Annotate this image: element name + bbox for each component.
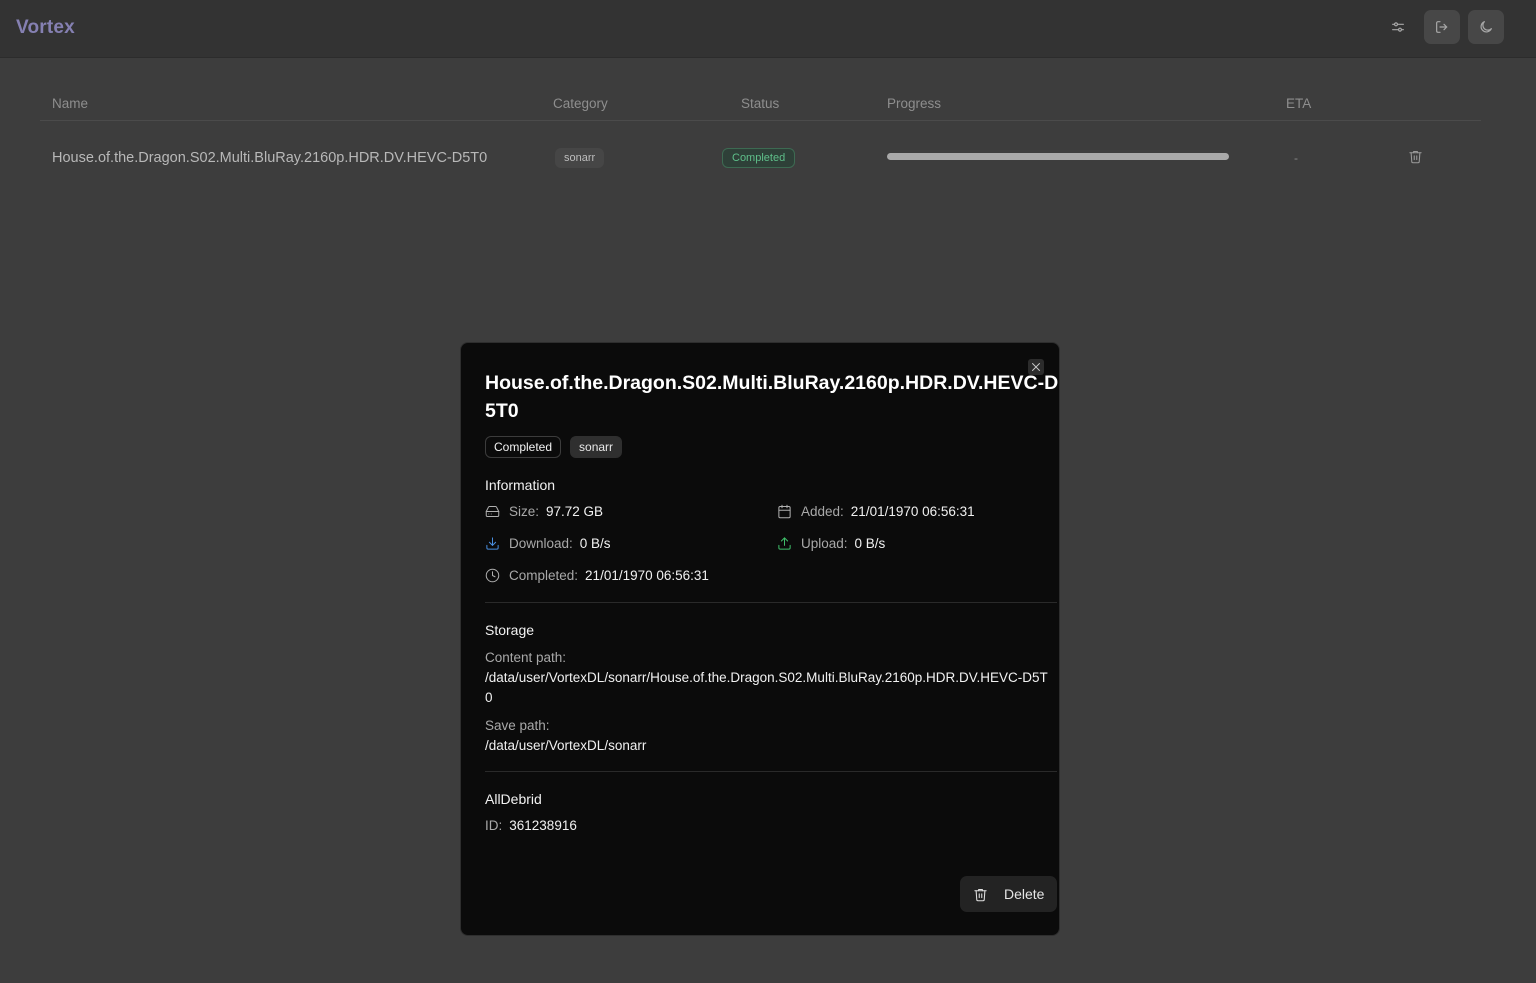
id-value: 361238916 [509, 818, 577, 833]
category-badge: sonarr [555, 148, 605, 168]
alldebrid-title: AllDebrid [485, 791, 542, 807]
clock-icon [485, 568, 500, 583]
sliders-icon [1392, 22, 1404, 32]
storage-title: Storage [485, 622, 535, 638]
table-row[interactable]: House.of.the.Dragon.S02.Multi.BluRay.216… [40, 121, 1481, 193]
modal-title: House.of.the.Dragon.S02.Multi.BluRay.216… [485, 372, 1059, 422]
column-progress[interactable]: Progress [887, 96, 941, 111]
size-label: Size: [509, 504, 540, 519]
torrent-details-modal: House.of.the.Dragon.S02.Multi.BluRay.216… [460, 342, 1060, 936]
id-label: ID: [485, 818, 503, 833]
added-value: 21/01/1970 06:56:31 [850, 504, 975, 519]
column-status[interactable]: Status [741, 96, 779, 111]
torrent-table: Name Category Status Progress ETA House.… [40, 84, 1481, 193]
divider [485, 771, 1057, 772]
save-path-value: /data/user/VortexDL/sonarr [485, 738, 647, 753]
download-label: Download: [509, 536, 573, 551]
added-label: Added: [801, 504, 844, 519]
size-info: Size: 97.72 GB [485, 504, 603, 519]
torrent-name[interactable]: House.of.the.Dragon.S02.Multi.BluRay.216… [52, 150, 487, 166]
category-badge: sonarr [570, 436, 623, 458]
content-path-value: /data/user/VortexDL/sonarr/House.of.the.… [485, 670, 1048, 705]
download-info: Download: 0 B/s [485, 536, 611, 551]
eta-value: - [1294, 151, 1298, 165]
save-path-label: Save path: [485, 718, 550, 733]
information-title: Information [485, 477, 556, 493]
logout-button[interactable] [1424, 10, 1460, 44]
download-icon [486, 537, 499, 550]
column-eta[interactable]: ETA [1286, 96, 1311, 111]
calendar-icon [778, 504, 791, 519]
status-badge: Completed [722, 148, 796, 168]
completed-value: 21/01/1970 06:56:31 [585, 568, 709, 583]
table-header: Name Category Status Progress ETA [40, 84, 1481, 121]
upload-icon [778, 537, 791, 550]
completed-info: Completed: 21/01/1970 06:56:31 [485, 568, 709, 583]
status-badge: Completed [485, 436, 562, 458]
upload-info: Upload: 0 B/s [777, 536, 885, 551]
upload-value: 0 B/s [854, 536, 886, 551]
settings-button[interactable] [1380, 10, 1416, 44]
modal-badges: Completed sonarr [485, 436, 623, 458]
column-name[interactable]: Name [52, 96, 88, 111]
logout-icon [1436, 21, 1448, 33]
divider [485, 602, 1057, 603]
moon-icon [1480, 21, 1492, 33]
trash-icon [974, 888, 987, 901]
row-delete-button[interactable] [1408, 149, 1424, 165]
app-header: Vortex [0, 0, 1536, 58]
completed-label: Completed: [509, 568, 579, 583]
trash-icon [1409, 150, 1422, 164]
brand-logo[interactable]: Vortex [16, 17, 75, 39]
hard-drive-icon [485, 506, 500, 517]
delete-label: Delete [1004, 886, 1045, 902]
delete-button[interactable]: Delete [960, 876, 1057, 912]
progress-bar [887, 153, 1229, 160]
size-value: 97.72 GB [546, 504, 604, 519]
theme-toggle-button[interactable] [1468, 10, 1504, 44]
added-info: Added: 21/01/1970 06:56:31 [777, 504, 975, 519]
upload-label: Upload: [801, 536, 848, 551]
alldebrid-id-info: ID: 361238916 [485, 818, 577, 833]
download-value: 0 B/s [579, 536, 611, 551]
content-path-label: Content path: [485, 650, 567, 665]
column-category[interactable]: Category [553, 96, 608, 111]
